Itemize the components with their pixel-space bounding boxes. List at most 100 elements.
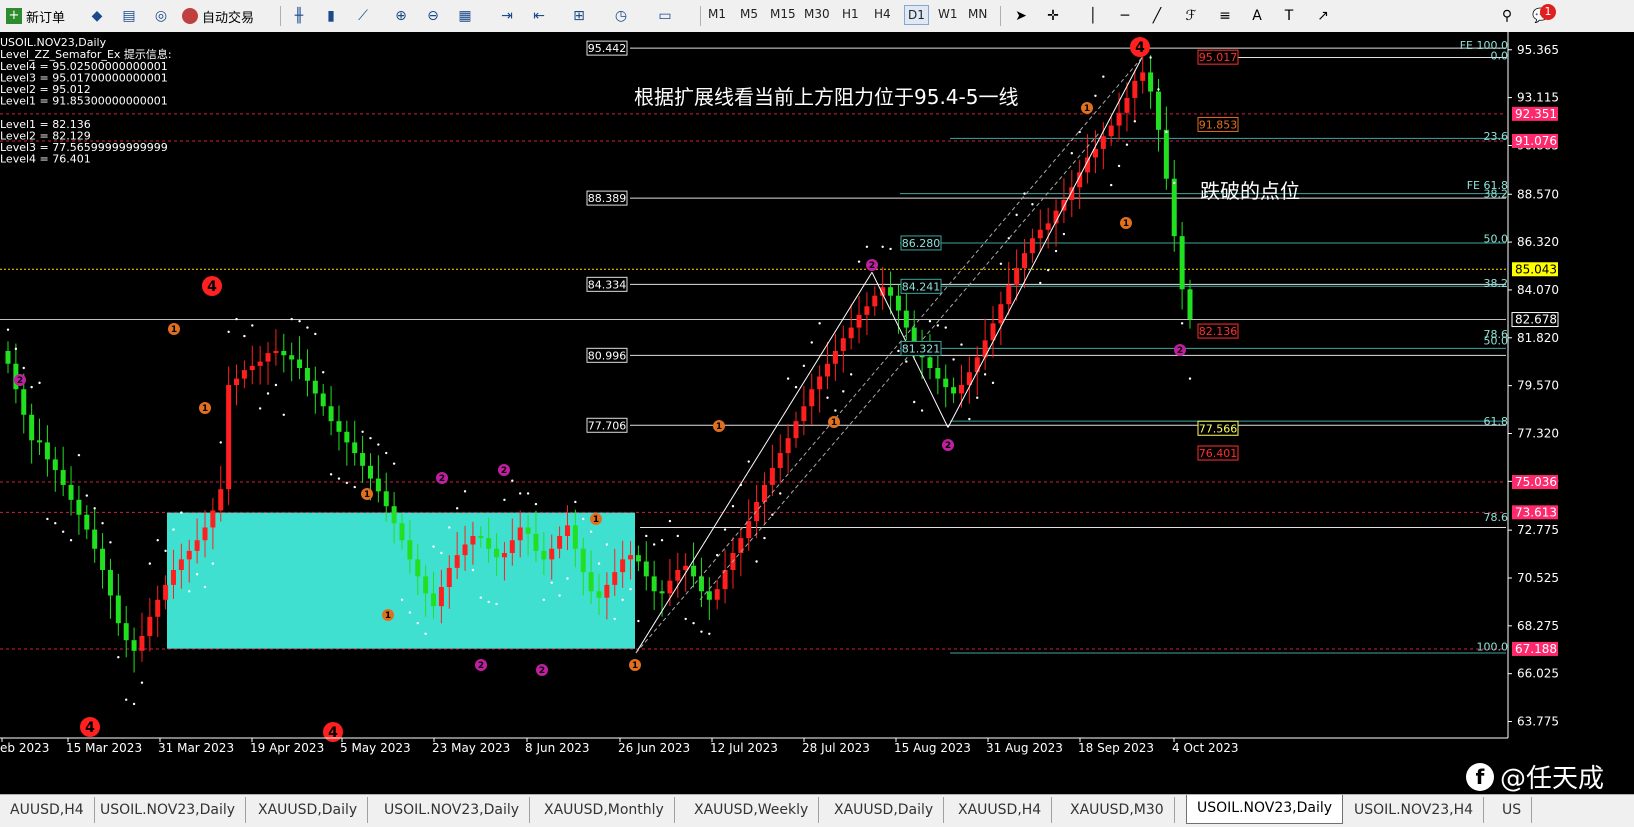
line-chart-icon[interactable]: ⟋	[352, 5, 374, 27]
chart-tab[interactable]: AUUSD,H4	[0, 797, 95, 823]
timeframe-m5[interactable]: M5	[740, 7, 758, 21]
candle-body	[1006, 285, 1012, 305]
candle-body	[446, 567, 452, 588]
data-window-icon[interactable]: ▤	[118, 5, 140, 27]
fibonacci-icon[interactable]: ℱ	[1180, 5, 1202, 27]
chart-tab[interactable]: US	[1492, 797, 1533, 823]
candle-body	[462, 544, 468, 556]
semafor-number: 1	[202, 404, 208, 414]
semafor-number: 2	[17, 376, 23, 386]
sar-dot	[1031, 203, 1034, 206]
navigator-icon[interactable]: ◎	[150, 5, 172, 27]
sar-dot	[542, 598, 546, 601]
auto-trading-button[interactable]: 自动交易	[182, 4, 254, 28]
chart-canvas[interactable]: 24114 411222 2111 1221412USOIL.NOV23,DailyL…	[0, 32, 1634, 794]
periods-icon[interactable]: ◷	[610, 5, 632, 27]
candle-body	[226, 385, 232, 490]
chart-tab[interactable]: XAUUSD,M30	[1060, 797, 1175, 823]
candle-body	[1179, 236, 1185, 290]
timeframe-w1[interactable]: W1	[938, 7, 958, 21]
candle-body	[635, 555, 641, 562]
fib-level-label: 38.2	[1484, 188, 1509, 201]
chart-tab[interactable]: XAUUSD,Daily	[824, 797, 945, 823]
bar-chart-icon[interactable]: ╫	[288, 5, 310, 27]
sar-dot	[952, 358, 955, 361]
chart-tab[interactable]: USOIL.NOV23,Daily	[374, 797, 531, 823]
candle-body	[793, 421, 799, 439]
sar-dot	[77, 453, 81, 457]
candle-body	[738, 538, 744, 553]
text-tool-icon[interactable]: A	[1246, 5, 1268, 27]
chart-tab[interactable]: USOIL.NOV23,H4	[1344, 797, 1485, 823]
chart-tab[interactable]: XAUUSD,Daily	[248, 797, 369, 823]
search-icon[interactable]: ⚲	[1496, 5, 1518, 27]
auto-scroll-icon[interactable]: ⇥	[496, 5, 518, 27]
price-tick-label: 84.070	[1517, 283, 1559, 297]
horizontal-line-icon[interactable]: ─	[1114, 5, 1136, 27]
indicators-icon[interactable]: ⊞	[568, 5, 590, 27]
price-chart[interactable]: 2 4 1 1 4 4 1 1 2 2 2 2 1 1 1 1 2 2 1 4 1 2 USOIL.NOV23,Daily L…	[0, 32, 1634, 794]
semafor-number: 4	[85, 720, 95, 736]
time-tick-label: 12 Jul 2023	[710, 741, 778, 755]
candle-body	[399, 523, 405, 541]
candle-body	[1171, 178, 1177, 237]
semafor-price-label: 76.401	[1199, 447, 1238, 460]
sar-dot	[322, 371, 325, 374]
sar-dot	[85, 494, 89, 497]
timeframe-d1[interactable]: D1	[904, 5, 929, 25]
sar-dot	[258, 407, 262, 410]
candle-body	[163, 584, 169, 600]
semafor-number: 1	[632, 661, 638, 671]
candle-body	[29, 414, 35, 441]
sar-dot	[1102, 75, 1105, 78]
candle-body	[234, 378, 240, 385]
fib-fan-icon[interactable]: ≡	[1214, 5, 1236, 27]
timeframe-m15[interactable]: M15	[770, 7, 796, 21]
chart-tab[interactable]: XAUUSD,Monthly	[534, 797, 675, 823]
sar-dot	[1165, 130, 1168, 134]
sar-dot	[227, 330, 230, 334]
timeframe-m30[interactable]: M30	[804, 7, 830, 21]
vertical-line-icon[interactable]: │	[1082, 5, 1104, 27]
zoom-out-icon[interactable]: ⊖	[422, 5, 444, 27]
chart-tab[interactable]: XAUUSD,Weekly	[684, 797, 820, 823]
sar-dot	[676, 534, 679, 538]
sar-dot	[1054, 249, 1058, 253]
sar-dot	[1173, 181, 1176, 185]
chart-tab[interactable]: XAUUSD,H4	[948, 797, 1053, 823]
trendline-icon[interactable]: ╱	[1146, 5, 1168, 27]
semafor-number: 4	[328, 725, 338, 741]
timeframe-h1[interactable]: H1	[842, 7, 859, 21]
cursor-icon[interactable]: ➤	[1010, 5, 1032, 27]
chart-shift-icon[interactable]: ⇤	[528, 5, 550, 27]
timeframe-h4[interactable]: H4	[874, 7, 891, 21]
templates-icon[interactable]: ▭	[654, 5, 676, 27]
tile-windows-icon[interactable]: ▦	[454, 5, 476, 27]
time-tick-label: 15 Aug 2023	[894, 741, 971, 755]
new-order-button[interactable]: + 新订单	[6, 4, 65, 28]
crosshair-icon[interactable]: ✛	[1042, 5, 1064, 27]
timeframe-m1[interactable]: M1	[708, 7, 726, 21]
candle-body	[407, 540, 413, 560]
sar-dot	[219, 441, 222, 444]
sar-dot	[148, 562, 152, 565]
candle-body	[659, 591, 665, 594]
toolbar-separator	[1000, 6, 1001, 26]
candlestick-icon[interactable]: ▮	[320, 5, 342, 27]
price-tick-label: 63.775	[1517, 715, 1559, 729]
sar-dot	[566, 577, 569, 580]
market-watch-icon[interactable]: ◆	[86, 5, 108, 27]
sar-dot	[290, 317, 293, 321]
sar-dot	[897, 349, 900, 353]
chart-tab-bar: AUUSD,H4 USOIL.NOV23,Daily XAUUSD,Daily USO…	[0, 794, 1634, 827]
timeframe-mn[interactable]: MN	[968, 7, 987, 21]
zoom-in-icon[interactable]: ⊕	[390, 5, 412, 27]
chart-tab[interactable]: USOIL.NOV23,Daily	[1186, 795, 1344, 824]
text-label-icon[interactable]: T	[1278, 5, 1300, 27]
chart-tab[interactable]: USOIL.NOV23,Daily	[90, 797, 247, 823]
arrows-icon[interactable]: ↗	[1312, 5, 1334, 27]
candle-body	[415, 559, 421, 577]
sar-dot	[38, 381, 41, 385]
semafor-number: 1	[593, 515, 599, 525]
candle-body	[903, 310, 909, 328]
